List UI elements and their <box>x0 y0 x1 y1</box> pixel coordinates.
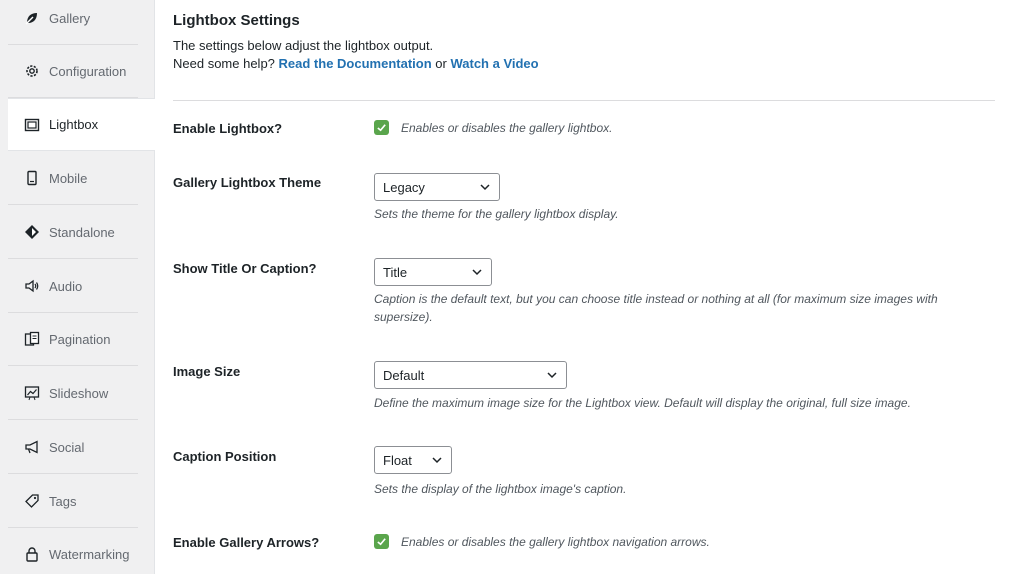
read-documentation-link[interactable]: Read the Documentation <box>279 56 432 71</box>
caption-position-label: Caption Position <box>173 449 277 464</box>
check-icon <box>377 124 386 132</box>
enable-lightbox-checkbox[interactable] <box>374 120 389 135</box>
lightbox-icon <box>24 117 40 133</box>
chevron-down-icon <box>471 266 483 278</box>
app: Gallery Configuration Lightbox Mobile St… <box>0 0 1024 574</box>
lightbox-theme-label: Gallery Lightbox Theme <box>173 175 322 190</box>
intro-text: The settings below adjust the lightbox o… <box>173 38 434 53</box>
sidebar-item-gallery[interactable]: Gallery <box>8 0 138 45</box>
title-caption-description-line1: Caption is the default text, but you can… <box>374 292 938 306</box>
chevron-down-icon <box>431 454 443 466</box>
sidebar-item-standalone[interactable]: Standalone <box>8 206 138 259</box>
sidebar-item-label: Audio <box>49 278 83 294</box>
sidebar-item-watermarking[interactable]: Watermarking <box>8 528 138 574</box>
lightbox-theme-select[interactable]: Legacy <box>374 173 500 201</box>
megaphone-icon <box>24 439 40 455</box>
gear-icon <box>24 63 40 79</box>
sidebar-item-label: Configuration <box>49 63 127 79</box>
help-prefix: Need some help? <box>173 56 275 71</box>
sidebar-item-label: Mobile <box>49 170 88 186</box>
sidebar-item-label: Lightbox <box>49 117 99 132</box>
lightbox-theme-description: Sets the theme for the gallery lightbox … <box>374 207 619 221</box>
divider <box>173 100 995 101</box>
sidebar-item-slideshow[interactable]: Slideshow <box>8 367 138 420</box>
chevron-down-icon <box>479 181 491 193</box>
mobile-icon <box>24 170 40 186</box>
sidebar-item-label: Standalone <box>49 224 115 240</box>
sidebar-item-tags[interactable]: Tags <box>8 475 138 528</box>
sidebar-item-audio[interactable]: Audio <box>8 260 138 313</box>
select-value: Legacy <box>383 179 425 195</box>
help-text: Need some help? Read the Documentation o… <box>173 56 539 71</box>
sidebar-item-pagination[interactable]: Pagination <box>8 313 138 366</box>
select-value: Title <box>383 264 408 280</box>
caption-position-description: Sets the display of the lightbox image's… <box>374 482 627 496</box>
pagination-icon <box>24 331 40 347</box>
watch-video-link[interactable]: Watch a Video <box>450 56 538 71</box>
enable-lightbox-description: Enables or disables the gallery lightbox… <box>401 121 613 135</box>
lightbox-settings-panel: Lightbox Settings The settings below adj… <box>155 0 1024 574</box>
enable-arrows-checkbox[interactable] <box>374 534 389 549</box>
lock-icon <box>24 546 40 562</box>
help-or: or <box>435 56 447 71</box>
sidebar-item-label: Watermarking <box>49 546 130 562</box>
image-size-label: Image Size <box>173 364 241 379</box>
sidebar-item-configuration[interactable]: Configuration <box>8 45 138 98</box>
image-size-description: Define the maximum image size for the Li… <box>374 396 911 410</box>
tag-icon <box>24 493 40 509</box>
audio-icon <box>24 278 40 294</box>
enable-lightbox-label: Enable Lightbox? <box>173 121 283 136</box>
sidebar-item-label: Slideshow <box>49 385 109 401</box>
image-size-select[interactable]: Default <box>374 361 567 389</box>
slideshow-icon <box>24 385 40 401</box>
select-value: Float <box>383 452 412 468</box>
select-value: Default <box>383 367 425 383</box>
title-caption-label: Show Title Or Caption? <box>173 261 317 276</box>
enable-arrows-label: Enable Gallery Arrows? <box>173 535 320 550</box>
sidebar-item-label: Pagination <box>49 331 111 347</box>
caption-position-select[interactable]: Float <box>374 446 452 474</box>
sidebar-item-label: Gallery <box>49 10 91 26</box>
check-icon <box>377 538 386 546</box>
sidebar-item-label: Tags <box>49 493 77 509</box>
title-caption-select[interactable]: Title <box>374 258 492 286</box>
standalone-icon <box>24 224 40 240</box>
chevron-down-icon <box>546 369 558 381</box>
enable-arrows-description: Enables or disables the gallery lightbox… <box>401 535 710 549</box>
sidebar-item-social[interactable]: Social <box>8 421 138 474</box>
title-caption-description-line2: supersize). <box>374 310 433 324</box>
leaf-icon <box>24 10 40 26</box>
sidebar-item-mobile[interactable]: Mobile <box>8 152 138 205</box>
sidebar-item-label: Social <box>49 439 85 455</box>
settings-sidebar: Gallery Configuration Lightbox Mobile St… <box>0 0 155 574</box>
sidebar-item-lightbox[interactable]: Lightbox <box>8 98 155 151</box>
page-title: Lightbox Settings <box>173 12 300 29</box>
